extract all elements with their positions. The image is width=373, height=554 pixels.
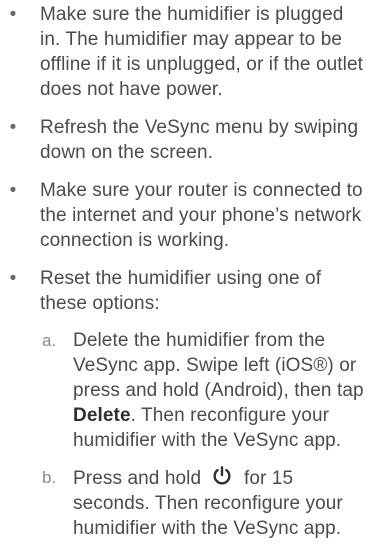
list-item-reset-humidifier: • Reset the humidifier using one of thes… (0, 266, 373, 541)
option-text-before: Delete the humidifier from the VeSync ap… (73, 330, 364, 401)
bullet-text: Reset the humidifier using one of these … (40, 268, 322, 314)
reset-option-delete: a. Delete the humidifier from the VeSync… (40, 328, 365, 453)
bullet-text: Make sure your router is connected to th… (40, 180, 363, 251)
reset-options-list: a. Delete the humidifier from the VeSync… (40, 328, 365, 541)
bullet-text: Make sure the humidifier is plugged in. … (40, 4, 364, 100)
list-item-plugged-in: • Make sure the humidifier is plugged in… (0, 2, 373, 102)
bullet-marker: • (9, 268, 17, 289)
troubleshooting-page: • Make sure the humidifier is plugged in… (0, 0, 373, 540)
bullet-marker: • (9, 117, 17, 138)
list-item-refresh-menu: • Refresh the VeSync menu by swiping dow… (0, 115, 373, 165)
bullet-marker: • (9, 180, 17, 201)
option-text-before: Press and hold (73, 468, 202, 489)
troubleshooting-list: • Make sure the humidifier is plugged in… (0, 2, 373, 554)
option-marker: b. (42, 468, 57, 487)
list-item-router-check: • Make sure your router is connected to … (0, 178, 373, 253)
bullet-marker: • (9, 4, 17, 25)
delete-label: Delete (73, 405, 131, 426)
bullet-text: Refresh the VeSync menu by swiping down … (40, 117, 359, 163)
power-icon (213, 466, 231, 485)
option-marker: a. (42, 331, 57, 350)
reset-option-power-button: b. Press and hold for 15 seconds. Then r… (40, 465, 365, 541)
